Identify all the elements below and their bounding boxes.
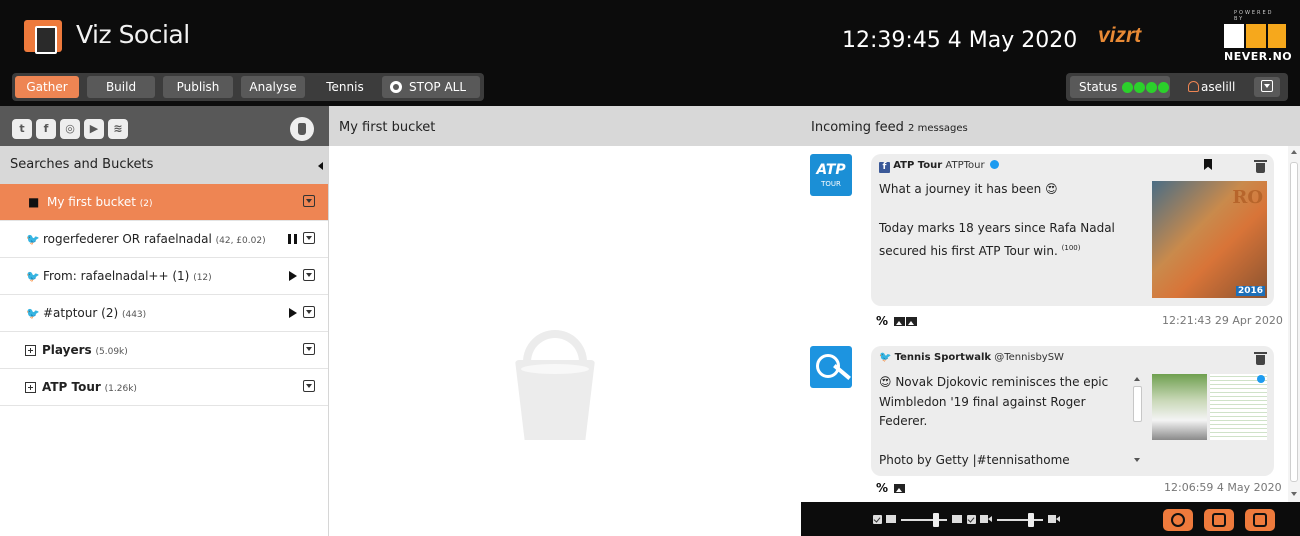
post-timestamp: 12:21:43 29 Apr 2020 [1162, 314, 1283, 327]
pause-icon[interactable] [288, 234, 297, 244]
app-title: Viz Social [76, 20, 190, 49]
viz-social-logo [24, 20, 66, 58]
play-icon[interactable] [289, 308, 297, 318]
item-menu-icon[interactable] [303, 343, 315, 355]
bucket-icon: ■ [28, 195, 40, 209]
user-icon [1188, 81, 1199, 92]
post-text: 😍 Novak Djokovic reminisces the epic Wim… [879, 375, 1109, 467]
item-menu-icon[interactable] [303, 269, 315, 281]
fullscreen-view-button[interactable] [1245, 509, 1275, 531]
image-size-slider[interactable] [901, 513, 947, 527]
twitter-icon: 🐦 [26, 307, 40, 320]
image-icon[interactable] [906, 317, 918, 326]
facebook-icon[interactable]: f [36, 119, 56, 139]
rss-icon[interactable]: ≋ [108, 119, 128, 139]
item-menu-icon[interactable] [303, 195, 315, 207]
feed-toolbar [801, 502, 1300, 536]
link-icon[interactable]: % [876, 314, 888, 328]
tab-publish[interactable]: Publish [163, 76, 233, 98]
globe-icon [390, 81, 402, 93]
incoming-feed-header: Incoming feed 2 messages [801, 106, 1300, 146]
item-menu-icon[interactable] [303, 232, 315, 244]
list-item-my-first-bucket[interactable]: ■ My first bucket (2) [0, 184, 329, 221]
image-icon [886, 515, 896, 523]
status-dot [1158, 82, 1169, 93]
trash-icon[interactable] [1254, 160, 1267, 173]
user-menu[interactable]: aselill [1188, 76, 1235, 98]
video-icon [980, 515, 992, 523]
post-timestamp: 12:06:59 4 May 2020 [1164, 481, 1282, 494]
list-item-search[interactable]: 🐦 #atptour (2) (443) [0, 295, 329, 332]
image-icon[interactable] [894, 484, 906, 493]
status-dot [1134, 82, 1145, 93]
post-source: 🐦 Tennis Sportwalk @TennisbySW [879, 352, 1064, 363]
avatar: ATP TOUR [810, 154, 852, 196]
post-text-scrollbar[interactable] [1131, 374, 1145, 466]
post-image[interactable]: RO 2016 [1152, 181, 1267, 298]
chevron-down-icon [1261, 80, 1273, 92]
tab-build[interactable]: Build [87, 76, 155, 98]
settings-dropdown-button[interactable] [1254, 77, 1280, 97]
new-bucket-button[interactable] [290, 117, 314, 141]
post-text: What a journey it has been 😍 Today marks… [879, 182, 1115, 258]
list-item-group[interactable]: Players (5.09k) [0, 332, 329, 369]
list-item-search[interactable]: 🐦 From: rafaelnadal++ (1) (12) [0, 258, 329, 295]
image-icon[interactable] [894, 317, 906, 326]
list-item-search[interactable]: 🐦 rogerfederer OR rafaelnadal (42, £0.02… [0, 221, 329, 258]
facebook-icon: f [879, 162, 890, 173]
profile-view-button[interactable] [1163, 509, 1193, 531]
item-menu-icon[interactable] [303, 380, 315, 392]
avatar [810, 346, 852, 388]
empty-bucket-icon [515, 330, 595, 440]
list-view-button[interactable] [1204, 509, 1234, 531]
play-icon[interactable] [289, 271, 297, 281]
video-size-slider[interactable] [997, 513, 1043, 527]
main-nav: Gather Build Publish Analyse Tennis STOP… [12, 73, 484, 101]
vizrt-logo: vizrt [1098, 24, 1142, 47]
status-indicator[interactable]: Status [1070, 76, 1170, 98]
app-header: Viz Social 12:39:45 4 May 2020 vizrt POW… [0, 0, 1300, 106]
expand-icon[interactable] [25, 382, 36, 393]
list-item-group[interactable]: ATP Tour (1.26k) [0, 369, 329, 406]
item-menu-icon[interactable] [303, 306, 315, 318]
video-filter-checkbox[interactable] [967, 515, 976, 524]
trash-icon[interactable] [1254, 352, 1267, 365]
tab-tennis[interactable]: Tennis [313, 76, 377, 98]
bookmark-icon[interactable] [1204, 159, 1212, 170]
instagram-icon[interactable]: ◎ [60, 119, 80, 139]
twitter-icon: 🐦 [879, 352, 892, 363]
feed-scrollbar[interactable] [1288, 146, 1300, 502]
image-filter-checkbox[interactable] [873, 515, 882, 524]
tab-gather[interactable]: Gather [15, 76, 79, 98]
post-source: f ATP Tour ATPTour [879, 160, 999, 173]
post-image[interactable] [1152, 374, 1267, 440]
clock: 12:39:45 4 May 2020 [842, 28, 1078, 53]
verified-icon [989, 160, 999, 169]
post-media-icons: % [876, 481, 906, 495]
twitter-icon: 🐦 [26, 233, 40, 246]
searches-and-buckets-header[interactable]: Searches and Buckets [0, 146, 329, 184]
bucket-title-bar: My first bucket [329, 106, 801, 146]
link-icon[interactable]: % [876, 481, 888, 495]
never-no-logo: POWERED BY NEVER.NO [1224, 10, 1293, 63]
status-dot [1122, 82, 1133, 93]
post-media-icons: % [876, 314, 918, 328]
stop-all-button[interactable]: STOP ALL [382, 76, 480, 98]
video-icon [1048, 515, 1060, 523]
twitter-icon: 🐦 [26, 270, 40, 283]
youtube-icon[interactable]: ▶ [84, 119, 104, 139]
panel-divider [328, 146, 329, 536]
twitter-icon[interactable]: t [12, 119, 32, 139]
status-dot [1146, 82, 1157, 93]
image-icon [952, 515, 962, 523]
collapse-arrow-icon[interactable] [318, 162, 323, 170]
status-bar: Status aselill [1066, 73, 1288, 101]
expand-icon[interactable] [25, 345, 36, 356]
tab-analyse[interactable]: Analyse [241, 76, 305, 98]
